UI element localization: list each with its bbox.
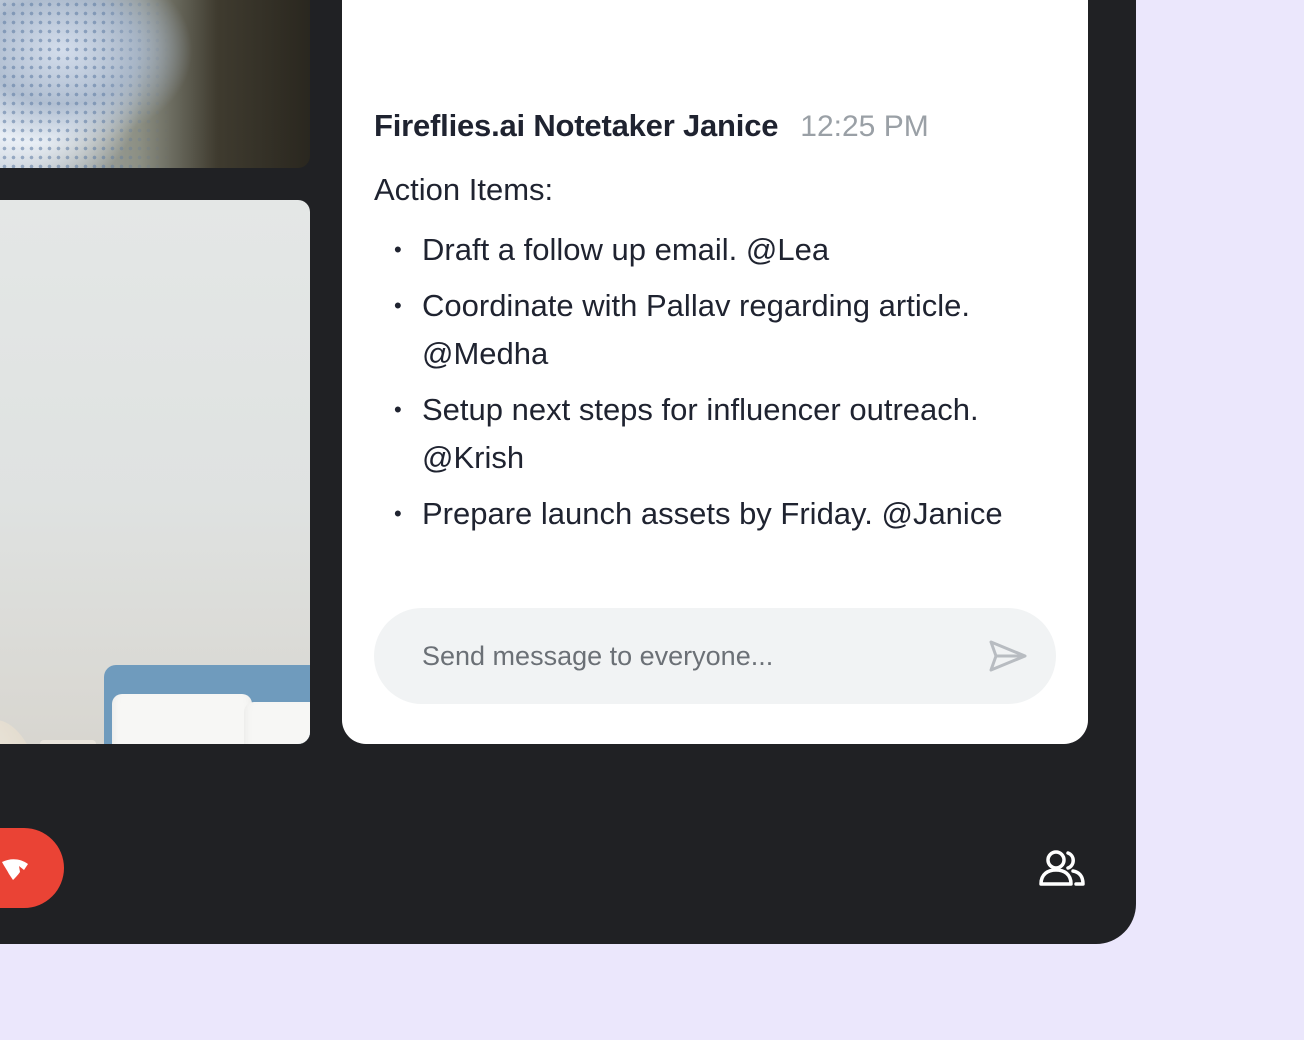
video-frame: [0, 0, 170, 168]
list-item: • Draft a follow up email. @Lea: [374, 226, 1054, 274]
action-items-list: • Draft a follow up email. @Lea • Coordi…: [374, 226, 1054, 546]
chat-panel: Fireflies.ai Notetaker Janice 12:25 PM A…: [342, 0, 1088, 744]
send-button[interactable]: [988, 638, 1028, 674]
participant-video-tile[interactable]: [0, 200, 310, 744]
action-item-text: Prepare launch assets by Friday. @Janice: [422, 496, 1003, 531]
bullet: •: [394, 237, 402, 262]
message-header: Fireflies.ai Notetaker Janice 12:25 PM: [374, 108, 929, 144]
bullet: •: [394, 397, 402, 422]
list-item: • Setup next steps for influencer outrea…: [374, 386, 1054, 482]
bullet: •: [394, 293, 402, 318]
people-icon: [1039, 850, 1085, 886]
action-item-text: Coordinate with Pallav regarding article…: [422, 288, 970, 371]
action-item-text: Setup next steps for influencer outreach…: [422, 392, 979, 475]
video-frame: [244, 702, 310, 744]
send-icon: [989, 640, 1027, 672]
video-frame: [40, 740, 96, 744]
list-item: • Prepare launch assets by Friday. @Jani…: [374, 490, 1054, 538]
list-item: • Coordinate with Pallav regarding artic…: [374, 282, 1054, 378]
meeting-window: Fireflies.ai Notetaker Janice 12:25 PM A…: [0, 0, 1136, 944]
participant-video-tile[interactable]: [0, 0, 310, 168]
message-timestamp: 12:25 PM: [800, 110, 929, 143]
end-call-button[interactable]: [0, 828, 64, 908]
video-frame: [112, 694, 252, 744]
message-input[interactable]: [422, 608, 962, 704]
phone-hangup-icon: [2, 859, 28, 880]
message-sender: Fireflies.ai Notetaker Janice: [374, 108, 779, 143]
message-heading: Action Items:: [374, 172, 554, 207]
action-item-text: Draft a follow up email. @Lea: [422, 232, 830, 267]
bullet: •: [394, 501, 402, 526]
message-composer: [374, 608, 1056, 704]
participants-button[interactable]: [1038, 848, 1086, 888]
